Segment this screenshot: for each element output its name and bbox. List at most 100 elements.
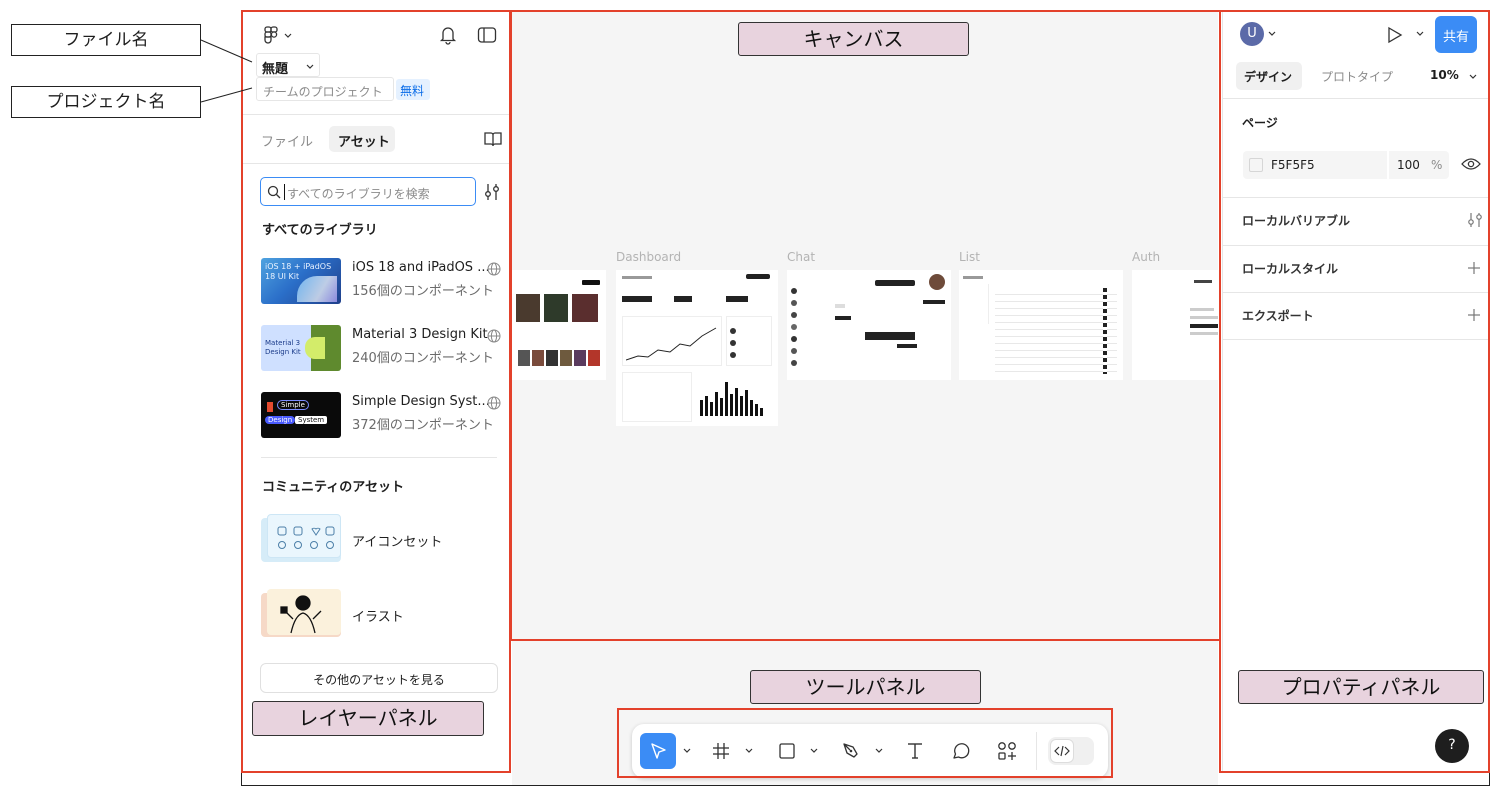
library-name: Simple Design Syst... [352, 394, 490, 409]
globe-icon [487, 329, 501, 343]
plan-badge[interactable]: 無料 [396, 79, 430, 100]
color-swatch[interactable] [1249, 158, 1263, 172]
file-title: 無題 [262, 62, 289, 77]
tab-prototype[interactable]: プロトタイプ [1317, 62, 1397, 90]
avatar-letter: U [1247, 26, 1257, 41]
divider [243, 114, 509, 115]
thumb-text: Material 3 Design Kit [265, 339, 301, 356]
plus-icon[interactable] [1467, 308, 1481, 322]
library-thumbnail: Material 3 Design Kit [261, 325, 341, 371]
page-opacity[interactable]: 100 [1397, 158, 1420, 172]
chevron-down-icon[interactable] [1267, 30, 1277, 38]
tab-files-label: ファイル [261, 135, 314, 150]
libraries-heading: すべてのライブラリ [262, 223, 378, 238]
help-icon: ? [1448, 737, 1456, 753]
frame-list[interactable] [959, 270, 1123, 380]
frame-label-chat[interactable]: Chat [787, 250, 815, 264]
tool-panel-label: ツールパネル [750, 670, 981, 704]
divider [261, 457, 497, 458]
sidebar-toggle-button[interactable] [477, 26, 497, 44]
divider [1223, 245, 1489, 246]
frame-chat[interactable] [787, 270, 951, 380]
local-styles-label: ローカルスタイル [1242, 262, 1339, 276]
filter-button[interactable] [483, 182, 501, 202]
divider [1223, 292, 1489, 293]
chevron-down-icon [1469, 74, 1477, 79]
library-item[interactable]: Simple Design System Simple Design Syst.… [261, 390, 501, 442]
plan-badge-label: 無料 [400, 84, 425, 98]
share-label: 共有 [1442, 30, 1469, 45]
layer-panel-label: レイヤーパネル [252, 701, 484, 736]
community-item-illustration[interactable]: イラスト [261, 587, 501, 643]
globe-icon [487, 396, 501, 410]
tab-files[interactable]: ファイル [255, 127, 315, 151]
opacity-unit: % [1431, 158, 1443, 172]
library-name: Material 3 Design Kit [352, 327, 488, 342]
library-thumbnail: Simple Design System [261, 392, 341, 438]
property-panel-label: プロパティパネル [1238, 670, 1484, 704]
library-item[interactable]: Material 3 Design Kit Material 3 Design … [261, 323, 501, 375]
filter-icon [485, 184, 499, 200]
eye-icon[interactable] [1461, 157, 1481, 171]
sidebar-toggle-icon [477, 27, 497, 43]
thumb-text: System [295, 416, 328, 424]
thumb-text: Design [265, 416, 296, 424]
notifications-button[interactable] [439, 24, 457, 46]
community-item-name: イラスト [352, 610, 404, 625]
more-assets-button[interactable]: その他のアセットを見る [260, 663, 498, 693]
community-heading: コミュニティのアセット [262, 480, 404, 495]
tab-design[interactable]: デザイン [1236, 62, 1302, 90]
plus-icon[interactable] [1467, 261, 1481, 275]
chevron-down-icon[interactable] [1415, 30, 1425, 38]
library-button[interactable] [483, 130, 503, 148]
layer-panel: 無題 チームのプロジェクト 無料 ファイル アセット すべてのライブラリを検索 … [243, 12, 509, 772]
tab-assets[interactable]: アセット [329, 126, 395, 152]
file-title-button[interactable]: 無題 [256, 53, 320, 77]
library-thumbnail: iOS 18 + iPadOS 18 UI Kit [261, 258, 341, 304]
divider [1223, 197, 1489, 198]
share-button[interactable]: 共有 [1435, 16, 1477, 53]
page-heading: ページ [1242, 116, 1278, 130]
divider [1223, 98, 1489, 99]
project-name-callout: プロジェクト名 [11, 86, 201, 118]
local-variables-label[interactable]: ローカルバリアブル [1242, 212, 1350, 229]
zoom-value: 10% [1430, 68, 1459, 82]
file-name-callout: ファイル名 [11, 24, 201, 56]
library-book-icon [484, 132, 502, 147]
library-count: 156個のコンポーネント [352, 284, 494, 299]
more-assets-label: その他のアセットを見る [313, 673, 445, 687]
play-icon[interactable] [1385, 25, 1403, 45]
frame-label-auth[interactable]: Auth [1132, 250, 1160, 264]
tab-design-label: デザイン [1244, 70, 1293, 84]
frame-dashboard[interactable] [616, 270, 778, 426]
figma-menu-icon [264, 26, 292, 44]
search-placeholder: すべてのライブラリを検索 [287, 187, 430, 201]
search-input[interactable]: すべてのライブラリを検索 [260, 177, 476, 206]
library-count: 240個のコンポーネント [352, 351, 494, 366]
project-name: チームのプロジェクト [263, 85, 383, 99]
frame-partial-gallery[interactable] [512, 270, 606, 380]
frame-label-list[interactable]: List [959, 250, 980, 264]
project-name-button[interactable]: チームのプロジェクト [256, 77, 394, 101]
community-item-name: アイコンセット [352, 535, 443, 550]
help-button[interactable]: ? [1435, 729, 1469, 763]
figma-menu-button[interactable] [263, 25, 297, 45]
canvas-label: キャンバス [738, 22, 969, 56]
filter-icon[interactable] [1467, 211, 1483, 229]
page-color-hex[interactable]: F5F5F5 [1271, 158, 1315, 172]
page-color-field[interactable]: F5F5F5 100 % [1243, 151, 1449, 179]
avatar[interactable]: U [1240, 22, 1264, 46]
thumb-text: Simple [277, 400, 309, 410]
library-name: iOS 18 and iPadOS ... [352, 260, 490, 275]
divider [1223, 339, 1489, 340]
zoom-select[interactable]: 10% [1428, 64, 1484, 88]
tab-prototype-label: プロトタイプ [1321, 70, 1394, 84]
frame-auth[interactable] [1132, 270, 1218, 380]
export-label: エクスポート [1242, 309, 1314, 323]
property-panel: U 共有 デザイン プロトタイプ 10% ページ F5F5F5 100 % ロー… [1222, 12, 1489, 772]
community-item-icon-set[interactable]: アイコンセット [261, 512, 501, 568]
tab-assets-label: アセット [338, 135, 390, 150]
chevron-down-icon [306, 64, 314, 69]
library-item[interactable]: iOS 18 + iPadOS 18 UI Kit iOS 18 and iPa… [261, 256, 501, 308]
frame-label-dashboard[interactable]: Dashboard [616, 250, 681, 264]
